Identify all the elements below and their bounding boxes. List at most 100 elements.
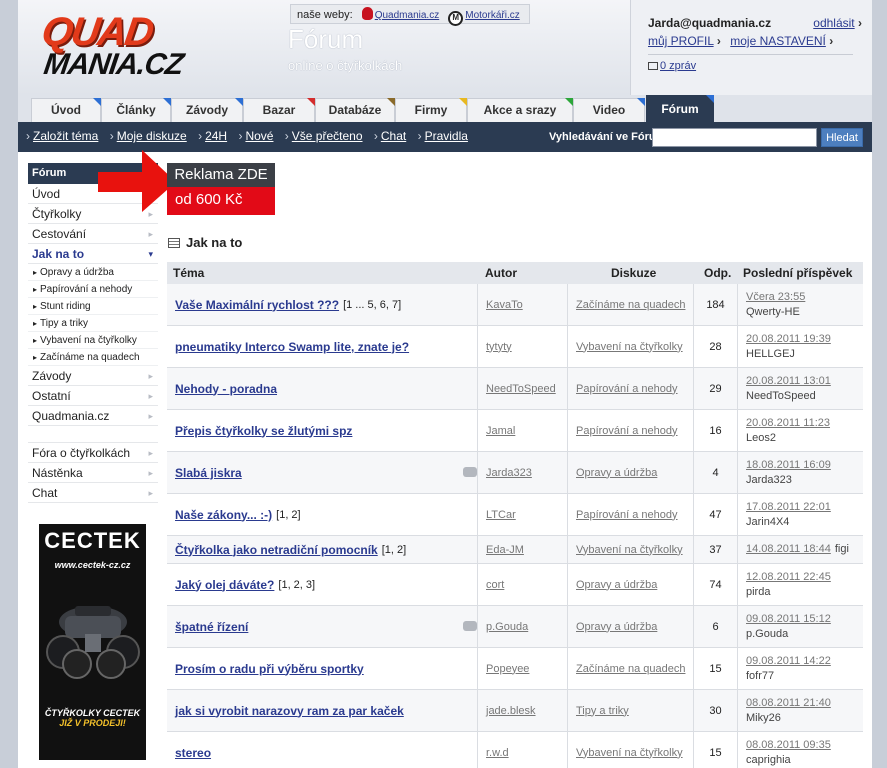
topic-pages[interactable]: [1, 2] bbox=[382, 544, 406, 556]
site-link-motorkari[interactable]: Motorkáři.cz bbox=[465, 10, 519, 21]
topic-link[interactable]: pneumatiky Interco Swamp lite, znate je? bbox=[175, 340, 409, 354]
profile-link[interactable]: můj PROFIL bbox=[648, 34, 714, 48]
tab-corner bbox=[163, 98, 171, 106]
sidebar-item-label: Jak na to bbox=[32, 247, 85, 261]
author-link[interactable]: NeedToSpeed bbox=[486, 383, 556, 395]
topic-link[interactable]: Vaše Maximální rychlost ??? bbox=[175, 298, 339, 312]
last-post-link[interactable]: 20.08.2011 13:01 bbox=[746, 374, 831, 389]
topic-link[interactable]: Jaký olej dáváte? bbox=[175, 578, 274, 592]
topic-link[interactable]: stereo bbox=[175, 746, 211, 760]
last-post-link[interactable]: 12.08.2011 22:45 bbox=[746, 570, 831, 585]
discussion-link[interactable]: Vybavení na čtyřkolky bbox=[576, 745, 683, 761]
discussion-link[interactable]: Vybavení na čtyřkolky bbox=[576, 339, 683, 355]
author-link[interactable]: Jarda323 bbox=[486, 467, 532, 479]
tab-zavody[interactable]: Závody bbox=[171, 98, 243, 122]
subnav-new[interactable]: Nové bbox=[245, 129, 273, 143]
author-link[interactable]: LTCar bbox=[486, 509, 516, 521]
topic-link[interactable]: Čtyřkolka jako netradiční pomocník bbox=[175, 543, 378, 557]
last-post-link[interactable]: 09.08.2011 14:22 bbox=[746, 654, 831, 669]
tab-bazar[interactable]: Bazar bbox=[243, 98, 315, 122]
sidebar-subitem[interactable]: Stunt riding bbox=[28, 298, 158, 315]
tab-uvod[interactable]: Úvod bbox=[31, 98, 101, 122]
last-post-link[interactable]: 08.08.2011 09:35 bbox=[746, 738, 831, 753]
topic-pages[interactable]: [1, 2, 3] bbox=[278, 579, 315, 591]
sidebar-subitem[interactable]: Tipy a triky bbox=[28, 315, 158, 332]
discussion-link[interactable]: Opravy a údržba bbox=[576, 619, 657, 635]
cectek-ad-banner[interactable]: CECTEK www.cectek-cz.cz ČTYŘKOLKY CECTEK… bbox=[39, 524, 146, 760]
last-post-link[interactable]: 08.08.2011 21:40 bbox=[746, 696, 831, 711]
subnav-my-discussions[interactable]: Moje diskuze bbox=[117, 129, 187, 143]
tab-forum[interactable]: Fórum bbox=[646, 95, 714, 122]
tab-clanky[interactable]: Články bbox=[101, 98, 171, 122]
topic-link[interactable]: Přepis čtyřkolky se žlutými spz bbox=[175, 424, 352, 438]
messages-label[interactable]: 0 zpráv bbox=[660, 60, 696, 72]
discussion-link[interactable]: Začínáme na quadech bbox=[576, 297, 685, 313]
tab-akce[interactable]: Akce a srazy bbox=[467, 98, 573, 122]
discussion-link[interactable]: Papírování a nehody bbox=[576, 381, 678, 397]
sidebar-item-nastenka[interactable]: Nástěnka ▸ bbox=[28, 463, 158, 483]
site-link-quadmania[interactable]: Quadmania.cz bbox=[375, 10, 439, 21]
subnav-new-topic[interactable]: Založit téma bbox=[33, 129, 98, 143]
author-link[interactable]: p.Gouda bbox=[486, 621, 528, 633]
messages-link[interactable]: 0 zpráv bbox=[648, 60, 696, 72]
sidebar-item-fora[interactable]: Fóra o čtyřkolkách ▸ bbox=[28, 443, 158, 463]
discussion-link[interactable]: Opravy a údržba bbox=[576, 577, 657, 593]
sidebar-item-ostatni[interactable]: Ostatní ▸ bbox=[28, 386, 158, 406]
sidebar-item-cestovani[interactable]: Cestování ▸ bbox=[28, 224, 158, 244]
topic-link[interactable]: jak si vyrobit narazovy ram za par kaček bbox=[175, 704, 404, 718]
sidebar-item-jak-na-to[interactable]: Jak na to ▾ bbox=[28, 244, 158, 264]
last-post-link[interactable]: Včera 23:55 bbox=[746, 290, 805, 305]
sidebar-item-quadmania[interactable]: Quadmania.cz ▸ bbox=[28, 406, 158, 426]
search-button[interactable]: Hledat bbox=[821, 128, 863, 147]
quadmania-logo[interactable]: QUAD MANIA.CZ bbox=[36, 10, 186, 82]
author-link[interactable]: jade.blesk bbox=[486, 705, 536, 717]
author-link[interactable]: Popeyee bbox=[486, 663, 529, 675]
discussion-link[interactable]: Začínáme na quadech bbox=[576, 661, 685, 677]
sidebar-item-chat[interactable]: Chat ▸ bbox=[28, 483, 158, 503]
last-post-link[interactable]: 17.08.2011 22:01 bbox=[746, 500, 831, 515]
sidebar-subitem[interactable]: Opravy a údržba bbox=[28, 264, 158, 281]
sidebar-subitem[interactable]: Vybavení na čtyřkolky bbox=[28, 332, 158, 349]
last-post-link[interactable]: 09.08.2011 15:12 bbox=[746, 612, 831, 627]
arrow-icon: › bbox=[417, 129, 422, 143]
subnav-all-read[interactable]: Vše přečteno bbox=[292, 129, 363, 143]
topic-link[interactable]: špatné řízení bbox=[175, 620, 248, 634]
last-post-link[interactable]: 18.08.2011 16:09 bbox=[746, 458, 831, 473]
discussion-link[interactable]: Vybavení na čtyřkolky bbox=[576, 542, 683, 558]
settings-link[interactable]: moje NASTAVENÍ bbox=[730, 34, 826, 48]
author-link[interactable]: Jamal bbox=[486, 425, 515, 437]
search-input[interactable] bbox=[652, 128, 817, 147]
topic-link[interactable]: Prosím o radu při výběru sportky bbox=[175, 662, 364, 676]
discussion-link[interactable]: Opravy a údržba bbox=[576, 465, 657, 481]
author-link[interactable]: tytyty bbox=[486, 341, 512, 353]
ad-placement-banner[interactable]: Reklama ZDE od 600 Kč bbox=[167, 163, 275, 215]
topic-link[interactable]: Nehody - poradna bbox=[175, 382, 277, 396]
replies-cell: 30 bbox=[693, 690, 737, 731]
tab-video[interactable]: Video bbox=[573, 98, 645, 122]
author-link[interactable]: KavaTo bbox=[486, 299, 523, 311]
subnav-24h[interactable]: 24H bbox=[205, 129, 227, 143]
discussion-link[interactable]: Papírování a nehody bbox=[576, 507, 678, 523]
topic-link[interactable]: Slabá jiskra bbox=[175, 466, 242, 480]
tab-firmy[interactable]: Firmy bbox=[395, 98, 467, 122]
discussion-link[interactable]: Papírování a nehody bbox=[576, 423, 678, 439]
discussion-link[interactable]: Tipy a triky bbox=[576, 703, 629, 719]
logout-link[interactable]: odhlásit › bbox=[813, 16, 862, 30]
topic-pages[interactable]: [1 ... 5, 6, 7] bbox=[343, 299, 401, 311]
last-post-link[interactable]: 14.08.2011 18:44 bbox=[746, 542, 831, 557]
last-post-link[interactable]: 20.08.2011 11:23 bbox=[746, 416, 830, 431]
user-email: Jarda@quadmania.cz bbox=[648, 16, 772, 30]
subnav-chat[interactable]: Chat bbox=[381, 129, 406, 143]
sidebar-subitem[interactable]: Papírování a nehody bbox=[28, 281, 158, 298]
author-link[interactable]: cort bbox=[486, 579, 504, 591]
topic-link[interactable]: Naše zákony... :-) bbox=[175, 508, 272, 522]
author-link[interactable]: Eda-JM bbox=[486, 544, 524, 556]
sidebar-item-zavody[interactable]: Závody ▸ bbox=[28, 366, 158, 386]
tab-databaze[interactable]: Databáze bbox=[315, 98, 395, 122]
author-link[interactable]: r.w.d bbox=[486, 747, 509, 759]
sidebar-subitem[interactable]: Začínáme na quadech bbox=[28, 349, 158, 366]
topic-pages[interactable]: [1, 2] bbox=[276, 509, 300, 521]
logout-label[interactable]: odhlásit bbox=[813, 16, 854, 30]
subnav-rules[interactable]: Pravidla bbox=[425, 129, 468, 143]
last-post-link[interactable]: 20.08.2011 19:39 bbox=[746, 332, 831, 347]
